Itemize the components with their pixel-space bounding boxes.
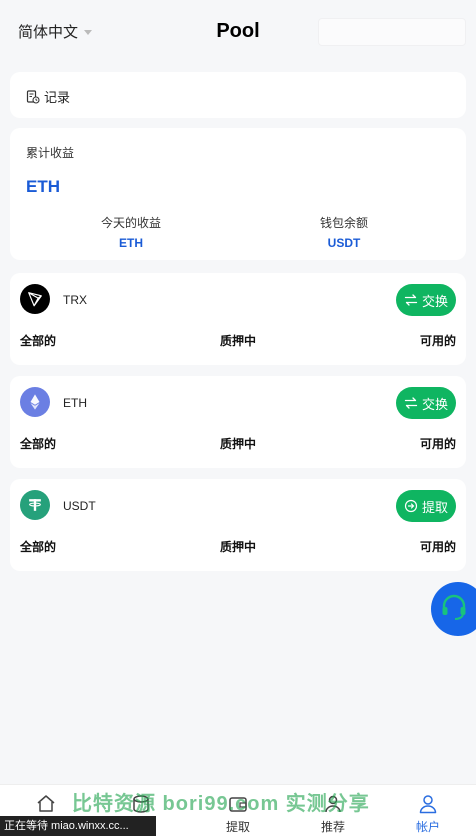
wallet-balance-currency: USDT (327, 236, 361, 250)
tab-account[interactable]: 帐户 (388, 785, 468, 835)
headset-icon (442, 594, 466, 620)
swap-icon (404, 294, 418, 306)
coin-name: TRX (63, 293, 87, 307)
cumulative-earnings-currency: ETH (26, 177, 60, 196)
records-label: 记录 (44, 90, 71, 105)
cumulative-earnings-label: 累计收益 (26, 146, 75, 160)
staking-label: 质押中 (219, 334, 256, 348)
coin-card-trx: TRX 交换 全部的 质押中 可用的 (10, 273, 466, 365)
wallet-balance-label: 钱包余额 (319, 216, 368, 230)
usdt-logo-icon (20, 490, 50, 520)
wallet-balance: 钱包余额 USDT (244, 214, 444, 250)
swap-button-label: 交换 (421, 396, 448, 412)
coin-card-eth: ETH 交换 全部的 质押中 可用的 (10, 376, 466, 468)
header-action-box[interactable] (318, 18, 466, 46)
coin-card-usdt: USDT 提取 全部的 质押中 可用的 (10, 479, 466, 571)
withdraw-button[interactable]: 提取 (396, 490, 456, 522)
available-label: 可用的 (419, 334, 456, 348)
swap-button[interactable]: 交换 (396, 284, 456, 316)
available-label: 可用的 (419, 540, 456, 554)
tab-label: 推荐 (320, 820, 345, 834)
eth-logo-icon (20, 387, 50, 417)
earnings-card: 累计收益 ETH 今天的收益 ETH 钱包余额 USDT (10, 128, 466, 260)
customer-support-button[interactable] (431, 582, 476, 636)
tab-label: 帐户 (415, 820, 440, 834)
watermark: 比特资源 bori99.com 实测分享 (72, 793, 370, 815)
coin-name: USDT (63, 499, 96, 513)
today-earnings-currency: ETH (119, 236, 143, 250)
available-label: 可用的 (419, 437, 456, 451)
browser-status-bar: 正在等待 miao.winxx.cc... (0, 816, 156, 836)
tab-label: 提取 (225, 820, 250, 834)
swap-button-label: 交换 (421, 293, 448, 309)
coin-name: ETH (63, 396, 87, 410)
today-earnings-label: 今天的收益 (100, 216, 161, 230)
swap-button[interactable]: 交换 (396, 387, 456, 419)
account-icon (419, 795, 437, 814)
withdraw-icon (404, 499, 418, 513)
staking-label: 质押中 (219, 437, 256, 451)
trx-logo-icon (20, 284, 50, 314)
today-earnings: 今天的收益 ETH (31, 214, 231, 250)
swap-icon (404, 397, 418, 409)
records-card[interactable]: 记录 (10, 72, 466, 118)
header: 简体中文 Pool (0, 0, 476, 62)
home-icon (37, 795, 55, 812)
records-link[interactable]: 记录 (26, 87, 70, 106)
record-icon (26, 89, 40, 104)
staking-label: 质押中 (219, 540, 256, 554)
withdraw-button-label: 提取 (421, 499, 448, 515)
